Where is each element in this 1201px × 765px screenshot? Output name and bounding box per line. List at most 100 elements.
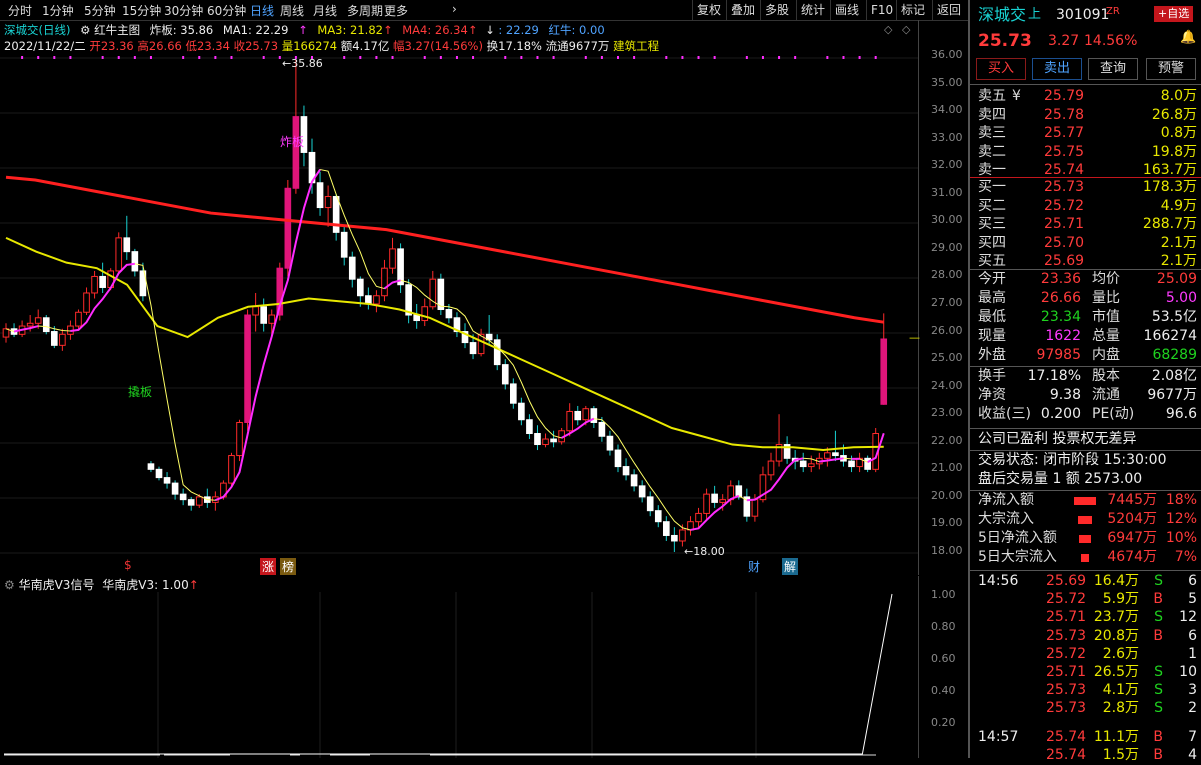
candle-body[interactable] <box>284 187 292 269</box>
event-tag[interactable]: 涨 <box>260 558 277 575</box>
bid-price[interactable]: 25.73 <box>1044 178 1084 197</box>
period-tab[interactable]: 日线 <box>250 2 274 19</box>
sector-link[interactable]: 建筑工程 <box>613 39 659 53</box>
event-tag[interactable]: 财 <box>748 558 760 575</box>
candle-body[interactable] <box>679 529 686 542</box>
trade-button[interactable]: 卖出 <box>1032 58 1082 80</box>
candle-body[interactable] <box>26 322 34 327</box>
candle-body[interactable] <box>703 493 710 514</box>
signal-chart[interactable] <box>0 592 918 758</box>
candle-body[interactable] <box>187 499 195 506</box>
candle-body[interactable] <box>91 275 98 294</box>
candle-body[interactable] <box>260 306 268 324</box>
candle-body[interactable] <box>381 267 388 297</box>
period-tab[interactable]: 更多 <box>384 2 408 19</box>
candle-body[interactable] <box>526 419 533 435</box>
event-tag[interactable]: 榜 <box>280 558 297 575</box>
ask-price[interactable]: 25.78 <box>1044 106 1084 125</box>
candle-body[interactable] <box>340 231 348 258</box>
settings-icon[interactable]: ⚙ <box>4 578 15 592</box>
bid-price[interactable]: 25.71 <box>1044 215 1084 234</box>
stock-title[interactable]: 深城交(日线) <box>4 23 70 37</box>
candle-body[interactable] <box>42 317 50 333</box>
toolbar-button[interactable]: 统计 <box>796 0 829 20</box>
event-tag[interactable]: $ <box>124 558 132 572</box>
indicator-name[interactable]: 红牛主图 <box>94 23 140 37</box>
candle-body[interactable] <box>228 455 235 484</box>
candle-body[interactable] <box>550 438 557 443</box>
candle-body[interactable] <box>606 435 614 451</box>
toolbar-button[interactable]: 复权 <box>692 0 725 20</box>
candle-body[interactable] <box>50 331 58 346</box>
candle-body[interactable] <box>123 237 131 253</box>
candle-body[interactable] <box>59 333 66 346</box>
candle-body[interactable] <box>75 311 82 327</box>
candle-body[interactable] <box>445 309 453 319</box>
candle-body[interactable] <box>421 306 429 322</box>
toolbar-button[interactable]: 标记 <box>896 0 929 20</box>
sub-title[interactable]: 华南虎V3信号 <box>19 578 95 592</box>
candle-body[interactable] <box>735 485 743 498</box>
candle-body[interactable] <box>171 482 179 495</box>
period-tab[interactable]: 1分钟 <box>42 2 74 19</box>
toolbar-button[interactable]: F10 <box>866 0 897 20</box>
candle-body[interactable] <box>131 251 139 272</box>
candle-body[interactable] <box>848 460 855 468</box>
event-tag[interactable]: 解 <box>782 558 799 575</box>
diamond-icon[interactable]: ◇ <box>884 23 892 36</box>
candle-body[interactable] <box>719 499 727 503</box>
candle-body[interactable] <box>413 314 421 322</box>
candle-body[interactable] <box>614 449 622 468</box>
candle-body[interactable] <box>880 338 888 405</box>
candle-body[interactable] <box>574 410 582 421</box>
candle-body[interactable] <box>598 421 606 437</box>
candlestick-chart[interactable] <box>0 56 918 574</box>
candle-body[interactable] <box>389 248 396 269</box>
toolbar-button[interactable]: 返回 <box>932 0 965 20</box>
candle-body[interactable] <box>630 474 638 487</box>
candle-body[interactable] <box>695 512 702 523</box>
candle-body[interactable] <box>115 237 123 272</box>
candle-body[interactable] <box>582 408 590 421</box>
candle-body[interactable] <box>83 292 90 313</box>
bid-price[interactable]: 25.72 <box>1044 197 1084 216</box>
candle-body[interactable] <box>356 278 364 297</box>
period-tab[interactable]: 多周期 <box>347 2 383 19</box>
candle-body[interactable] <box>252 306 259 316</box>
candle-body[interactable] <box>493 339 501 366</box>
period-tab[interactable]: 月线 <box>313 2 337 19</box>
period-tab[interactable]: 5分钟 <box>84 2 116 19</box>
candle-body[interactable] <box>34 317 42 324</box>
ask-price[interactable]: 25.75 <box>1044 143 1084 162</box>
candle-body[interactable] <box>501 364 509 385</box>
candle-body[interactable] <box>767 460 775 476</box>
candle-body[interactable] <box>518 402 525 421</box>
candle-body[interactable] <box>622 466 630 476</box>
candle-body[interactable] <box>324 196 332 209</box>
settings-icon[interactable]: ⚙ <box>80 23 90 37</box>
chevron-right-icon[interactable]: › <box>452 2 457 16</box>
candle-body[interactable] <box>534 433 541 446</box>
period-tab[interactable]: 60分钟 <box>207 2 246 19</box>
candle-body[interactable] <box>751 499 759 517</box>
toolbar-button[interactable]: 多股 <box>760 0 793 20</box>
candle-body[interactable] <box>147 463 155 470</box>
ask-price[interactable]: 25.79 <box>1044 87 1084 106</box>
candle-body[interactable] <box>2 328 10 338</box>
period-tab[interactable]: 30分钟 <box>164 2 203 19</box>
candle-body[interactable] <box>711 493 718 503</box>
candle-body[interactable] <box>348 256 356 280</box>
candle-body[interactable] <box>179 493 187 501</box>
diamond-icon[interactable]: ◇ <box>902 23 910 36</box>
candle-body[interactable] <box>799 460 807 468</box>
bid-price[interactable]: 25.70 <box>1044 234 1084 253</box>
toolbar-button[interactable]: 叠加 <box>726 0 759 20</box>
candle-body[interactable] <box>195 496 203 506</box>
trade-button[interactable]: 查询 <box>1088 58 1138 80</box>
candle-body[interactable] <box>542 438 549 446</box>
candle-body[interactable] <box>646 496 654 512</box>
period-tab[interactable]: 分时 <box>8 2 32 19</box>
candle-body[interactable] <box>566 410 574 432</box>
candle-body[interactable] <box>99 275 106 288</box>
candle-body[interactable] <box>824 452 831 459</box>
